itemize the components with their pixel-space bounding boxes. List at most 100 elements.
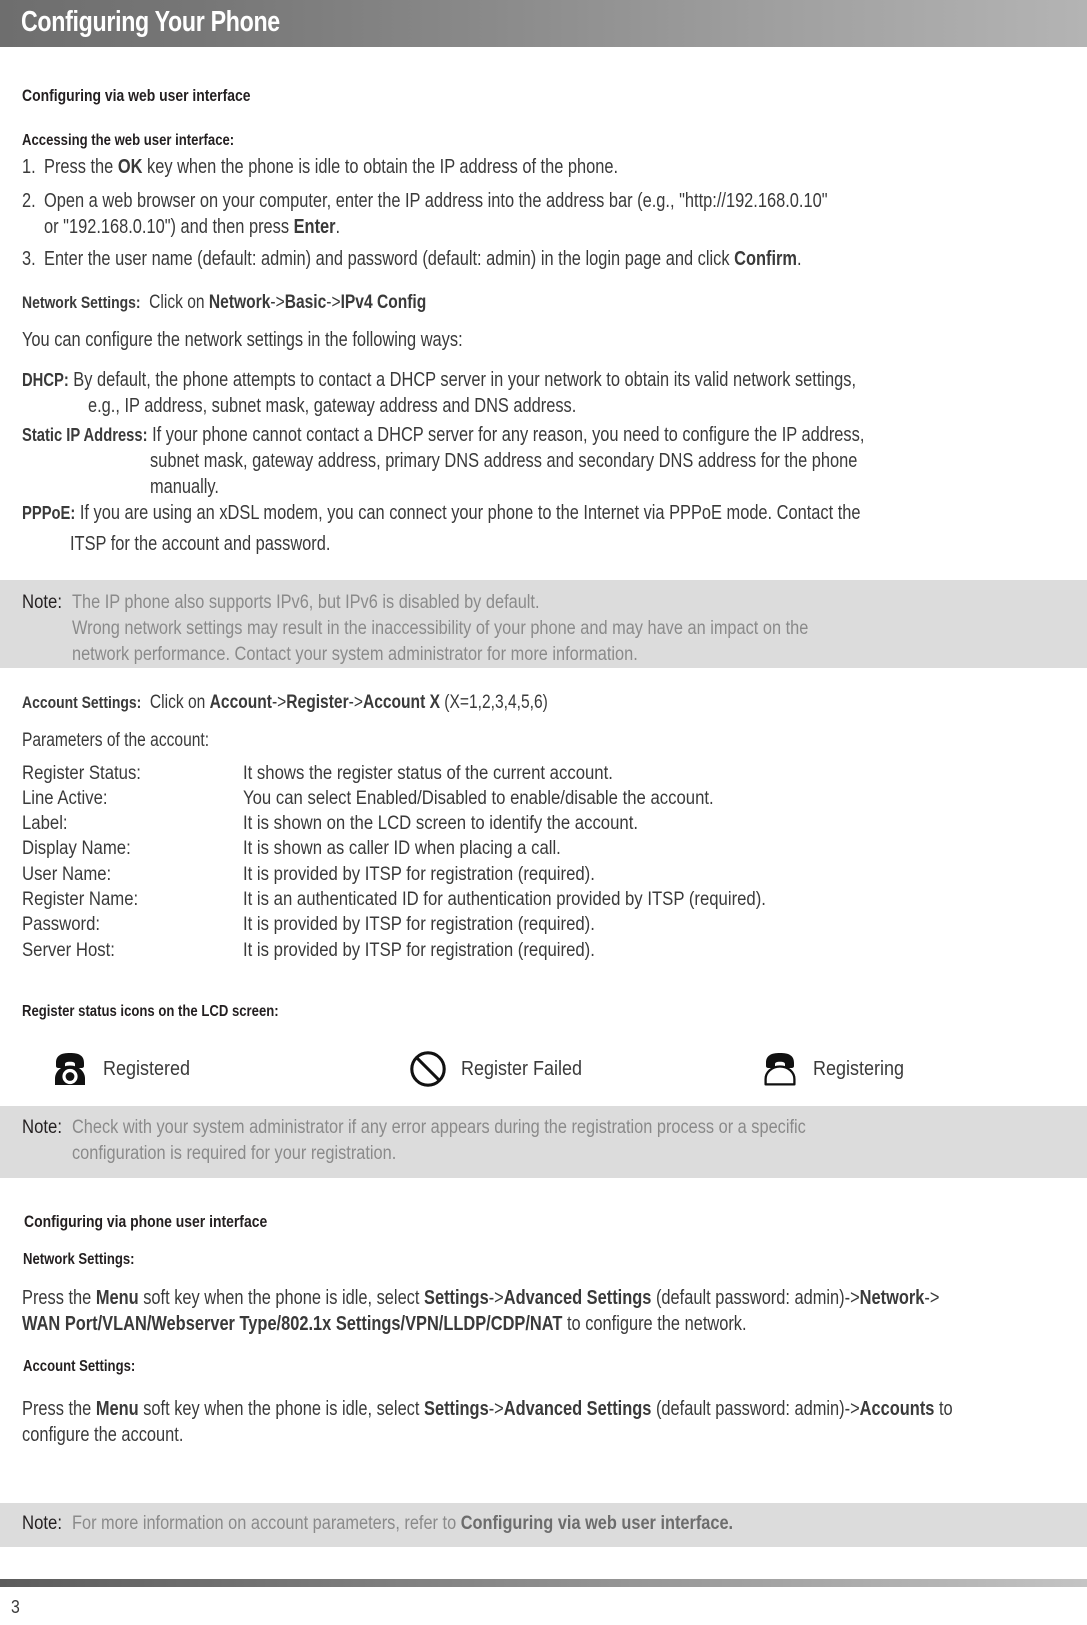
param-desc-label: It is shown on the LCD screen to identif… <box>243 813 638 834</box>
nav-settings-1: Settings <box>424 1287 489 1309</box>
nav-wan-port-path: WAN Port/VLAN/Webserver Type/802.1x Sett… <box>22 1313 563 1335</box>
param-term-label: Label: <box>22 813 68 834</box>
phone-registered-icon <box>50 1049 90 1089</box>
phone-ui-network-line1: Press the Menu soft key when the phone i… <box>22 1287 939 1310</box>
net-l1-p6: (default password: admin)-> <box>651 1287 860 1309</box>
net-l1-p2: soft key when the phone is idle, select <box>138 1287 425 1309</box>
step-2-part-0: Open a web browser on your computer, ent… <box>44 190 828 212</box>
status-icon-register-failed: Register Failed <box>408 1046 596 1092</box>
page-footer-bar <box>0 1579 1087 1587</box>
net-l2-p1: to configure the network. <box>562 1313 747 1335</box>
dhcp-term: DHCP: <box>22 370 69 390</box>
account-settings-prefix: Click on <box>141 692 210 713</box>
param-term-display-name: Display Name: <box>22 838 131 859</box>
acc-l1-p4: -> <box>488 1398 504 1420</box>
enter-key-label: Enter <box>293 216 336 238</box>
param-desc-user-name: It is provided by ITSP for registration … <box>243 864 595 885</box>
note-1-line-1: The IP phone also supports IPv6, but IPv… <box>72 592 540 613</box>
static-ip-method-line1: Static IP Address: If your phone cannot … <box>22 424 864 447</box>
params-heading: Parameters of the account: <box>22 730 210 751</box>
note-3-prefix: For more information on account paramete… <box>72 1513 461 1534</box>
status-icon-register-failed-label: Register Failed <box>461 1057 583 1080</box>
step-2-text-line2: or "192.168.0.10") and then press Enter. <box>44 216 340 239</box>
note-3-reference: Configuring via web user interface. <box>460 1513 734 1534</box>
step-3-part-2: . <box>796 248 802 270</box>
pppoe-term: PPPoE: <box>22 503 76 523</box>
phone-ui-account-settings-label: Account Settings: <box>23 1358 136 1375</box>
note-1-line-3: network performance. Contact your system… <box>72 644 638 665</box>
nav-register: Register <box>286 692 349 713</box>
confirm-button-label: Confirm <box>734 248 797 270</box>
nav-advanced-settings-1: Advanced Settings <box>503 1287 652 1309</box>
net-l1-p4: -> <box>488 1287 504 1309</box>
net-l1-p8: -> <box>924 1287 940 1309</box>
note-box-registration: Note: Check with your system administrat… <box>0 1106 1087 1178</box>
page-content: Configuring via web user interface Acces… <box>0 0 1087 1625</box>
note-1-label: Note: <box>22 592 62 613</box>
dhcp-method-line1: DHCP: By default, the phone attempts to … <box>22 369 856 392</box>
acc-l1-p6: (default password: admin)-> <box>651 1398 860 1420</box>
param-term-register-status: Register Status: <box>22 763 141 784</box>
param-desc-line-active: You can select Enabled/Disabled to enabl… <box>243 788 714 809</box>
register-failed-icon <box>408 1049 448 1089</box>
nav-arrow-4: -> <box>348 692 363 713</box>
account-x-range: (X=1,2,3,4,5,6) <box>439 692 548 713</box>
acc-l1-p8: to <box>934 1398 953 1420</box>
pppoe-desc-line1: If you are using an xDSL modem, you can … <box>75 502 861 524</box>
network-settings-path-line: Network Settings: Click on Network->Basi… <box>22 292 426 314</box>
param-term-server-host: Server Host: <box>22 940 115 961</box>
static-ip-method-line3: manually. <box>150 476 219 498</box>
acc-l1-p0: Press the <box>22 1398 96 1420</box>
phone-ui-network-line2: WAN Port/VLAN/Webserver Type/802.1x Sett… <box>22 1313 747 1336</box>
param-desc-display-name: It is shown as caller ID when placing a … <box>243 838 561 859</box>
status-icon-registering: Registering <box>760 1046 914 1092</box>
web-ui-section-title: Configuring via web user interface <box>22 86 251 105</box>
menu-soft-key-label-1: Menu <box>95 1287 139 1309</box>
dhcp-desc-line1: By default, the phone attempts to contac… <box>68 369 857 391</box>
net-l1-p0: Press the <box>22 1287 96 1309</box>
step-1-number: 1. <box>22 156 36 178</box>
phone-registering-icon <box>760 1049 800 1089</box>
step-2-text-line1: Open a web browser on your computer, ent… <box>44 190 828 213</box>
nav-account: Account <box>209 692 272 713</box>
nav-advanced-settings-2: Advanced Settings <box>503 1398 652 1420</box>
status-icon-registered: Registered <box>50 1046 200 1092</box>
step-2-number: 2. <box>22 190 36 212</box>
status-icon-registered-label: Registered <box>103 1057 191 1080</box>
param-term-user-name: User Name: <box>22 864 112 885</box>
static-ip-desc-line1: If your phone cannot contact a DHCP serv… <box>147 424 865 446</box>
ok-key-label: OK <box>117 156 143 178</box>
nav-ipv4-config: IPv4 Config <box>340 292 427 313</box>
param-term-register-name: Register Name: <box>22 889 139 910</box>
dhcp-method-line2: e.g., IP address, subnet mask, gateway a… <box>88 395 577 417</box>
phone-ui-account-line1: Press the Menu soft key when the phone i… <box>22 1398 953 1421</box>
param-desc-register-name: It is an authenticated ID for authentica… <box>243 889 766 910</box>
nav-settings-2: Settings <box>424 1398 489 1420</box>
note-2-line-1: Check with your system administrator if … <box>72 1117 806 1138</box>
note-2-line-2: configuration is required for your regis… <box>72 1143 397 1164</box>
step-1-part-2: key when the phone is idle to obtain the… <box>142 156 619 178</box>
param-desc-server-host: It is provided by ITSP for registration … <box>243 940 595 961</box>
accessing-web-ui-heading: Accessing the web user interface: <box>22 132 235 149</box>
nav-network: Network <box>208 292 271 313</box>
account-settings-label: Account Settings: <box>22 693 142 712</box>
param-desc-register-status: It shows the register status of the curr… <box>243 763 613 784</box>
acc-l1-p2: soft key when the phone is idle, select <box>138 1398 425 1420</box>
step-3-text: Enter the user name (default: admin) and… <box>44 248 802 271</box>
nav-arrow-1: -> <box>270 292 285 313</box>
network-intro-text: You can configure the network settings i… <box>22 329 463 351</box>
nav-arrow-2: -> <box>326 292 341 313</box>
note-box-network: Note: The IP phone also supports IPv6, b… <box>0 580 1087 668</box>
menu-soft-key-label-2: Menu <box>95 1398 139 1420</box>
step-2-part-1: or "192.168.0.10") and then press <box>44 216 294 238</box>
note-1-line-2: Wrong network settings may result in the… <box>72 618 809 639</box>
phone-ui-network-settings-label: Network Settings: <box>23 1251 135 1268</box>
network-settings-label: Network Settings: <box>22 293 141 312</box>
step-3-part-0: Enter the user name (default: admin) and… <box>44 248 735 270</box>
pppoe-method-line1: PPPoE: If you are using an xDSL modem, y… <box>22 502 861 525</box>
phone-ui-account-line2: configure the account. <box>22 1424 184 1446</box>
static-ip-term: Static IP Address: <box>22 425 148 445</box>
nav-arrow-3: -> <box>271 692 287 713</box>
status-icon-registering-label: Registering <box>813 1057 905 1080</box>
note-2-label: Note: <box>22 1117 62 1138</box>
